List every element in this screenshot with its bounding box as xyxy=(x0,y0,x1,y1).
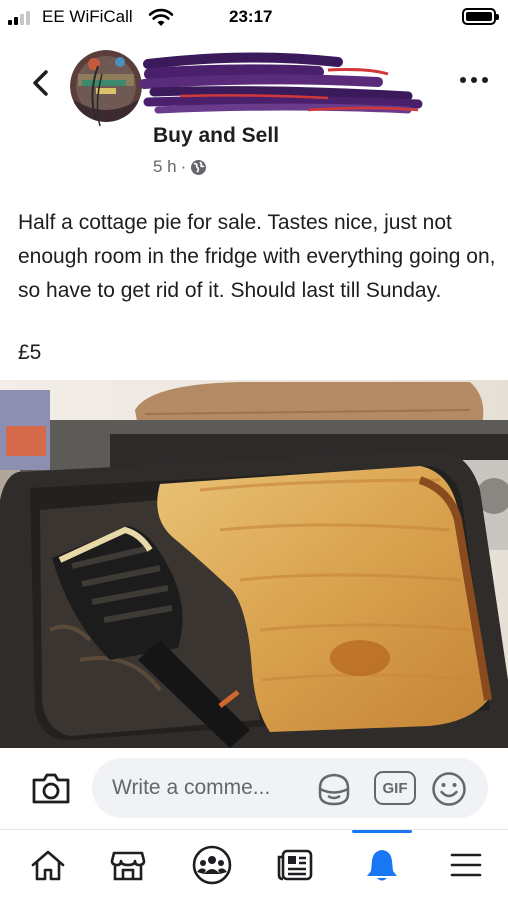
news-icon xyxy=(277,849,313,881)
globe-icon xyxy=(191,159,207,175)
more-options-button[interactable] xyxy=(456,70,492,90)
signal-icon xyxy=(8,11,30,25)
bottom-nav xyxy=(0,830,508,900)
gif-button[interactable]: GIF xyxy=(374,771,416,805)
comment-placeholder: Write a comme... xyxy=(112,776,271,799)
camera-icon[interactable] xyxy=(30,768,72,808)
home-icon xyxy=(31,850,65,881)
post-price: £5 xyxy=(18,341,42,364)
post-timestamp[interactable]: 5 h xyxy=(153,157,177,177)
nav-menu[interactable] xyxy=(426,830,506,900)
post-text: Half a cottage pie for sale. Tastes nice… xyxy=(18,211,496,302)
nav-notifications[interactable] xyxy=(342,830,422,900)
nav-marketplace[interactable] xyxy=(88,830,168,900)
wifi-icon xyxy=(148,8,174,26)
emoji-icon[interactable] xyxy=(430,770,468,808)
menu-icon xyxy=(450,853,482,877)
meta-separator: · xyxy=(180,157,187,176)
bell-icon xyxy=(367,850,397,881)
comment-bar: Write a comme... GIF xyxy=(0,748,508,830)
carrier-label: EE WiFiCall xyxy=(42,7,133,26)
active-tab-indicator xyxy=(352,830,412,833)
nav-home[interactable] xyxy=(8,830,88,900)
sticker-icon[interactable] xyxy=(314,770,354,808)
clock: 23:17 xyxy=(229,7,273,26)
post-meta: 5 h · xyxy=(153,157,207,177)
nav-news[interactable] xyxy=(256,830,336,900)
marketplace-icon xyxy=(110,851,146,881)
battery-icon xyxy=(462,8,499,25)
comment-input[interactable]: Write a comme... GIF xyxy=(92,758,488,818)
status-bar: EE WiFiCall 23:17 xyxy=(0,0,508,36)
back-button[interactable] xyxy=(26,66,56,100)
group-name[interactable]: Buy and Sell xyxy=(153,124,279,148)
nav-groups[interactable] xyxy=(172,830,252,900)
post-photo[interactable] xyxy=(0,380,508,748)
avatar[interactable] xyxy=(70,50,142,122)
groups-icon xyxy=(192,845,232,885)
